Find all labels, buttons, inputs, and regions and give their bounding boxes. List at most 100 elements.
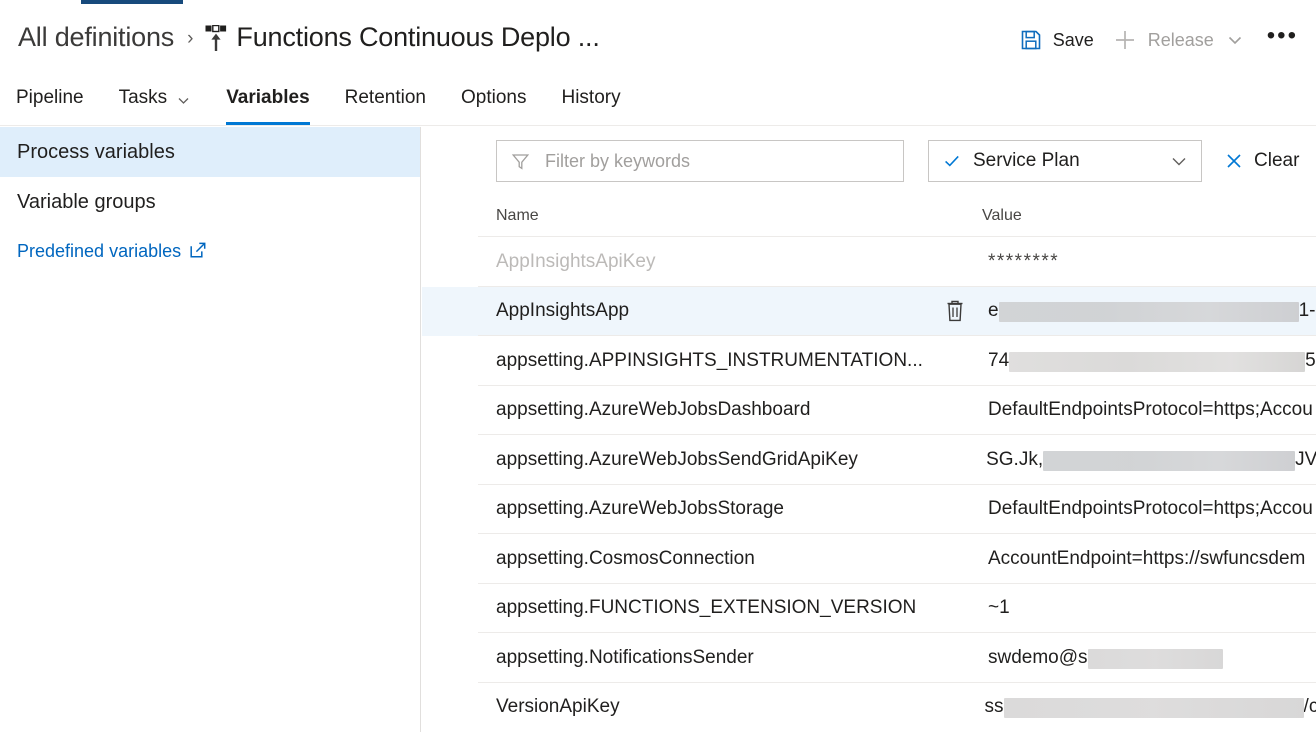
trash-icon[interactable] xyxy=(943,298,967,324)
variable-value-cell: swdemo@s xyxy=(988,647,1316,669)
table-row[interactable]: appsetting.NotificationsSender swdemo@s xyxy=(422,633,1316,683)
tab-tasks[interactable]: Tasks xyxy=(119,71,192,125)
external-link-icon xyxy=(190,242,206,258)
variable-value-text: ******** xyxy=(988,250,1060,272)
variable-value-text: DefaultEndpointsProtocol=https;Accou xyxy=(988,498,1313,520)
tab-history[interactable]: History xyxy=(561,71,620,125)
variable-name-cell: appsetting.NotificationsSender xyxy=(496,646,754,668)
variable-name-cell: VersionApiKey xyxy=(496,696,620,718)
plus-icon xyxy=(1112,27,1138,53)
search-input[interactable] xyxy=(543,149,893,173)
table-row[interactable]: appsetting.AzureWebJobsDashboard DefaultE… xyxy=(422,386,1316,435)
column-header-value: Value xyxy=(982,206,1022,224)
table-row[interactable]: appsetting.CosmosConnection AccountEndpoi… xyxy=(422,534,1316,584)
variable-value-cell: e 1- xyxy=(988,300,1316,323)
table-row[interactable]: AppInsightsApiKey ******** xyxy=(422,237,1316,287)
tab-pipeline-label: Pipeline xyxy=(16,87,84,108)
checkmark-icon xyxy=(943,152,961,170)
variable-value-text: DefaultEndpointsProtocol=https;Accou xyxy=(988,399,1313,421)
variable-value-cell: ss/c xyxy=(984,696,1316,719)
table-row[interactable]: VersionApiKey ss/c xyxy=(422,683,1316,732)
variable-value-suffix: /c xyxy=(1303,696,1316,718)
breadcrumb-all-definitions[interactable]: All definitions xyxy=(18,22,174,53)
variable-value-suffix: 1- xyxy=(1298,300,1316,322)
save-button[interactable]: Save xyxy=(1010,22,1103,58)
page-title: Functions Continuous Deplo ... xyxy=(236,21,600,52)
tab-retention-label: Retention xyxy=(344,87,426,108)
save-label: Save xyxy=(1052,29,1094,50)
table-row[interactable]: appsetting.APPINSIGHTS_INSTRUMENTATION..… xyxy=(422,336,1316,386)
variable-name-cell: appsetting.APPINSIGHTS_INSTRUMENTATION..… xyxy=(496,349,922,371)
variable-name-cell: appsetting.FUNCTIONS_EXTENSION_VERSION xyxy=(496,597,917,619)
release-pipeline-icon xyxy=(205,24,227,51)
redacted-value-mask xyxy=(1009,351,1306,372)
sidebar-item-label: Variable groups xyxy=(17,190,156,213)
save-floppy-icon xyxy=(1019,28,1043,52)
column-header-name: Name xyxy=(496,206,539,224)
tab-history-label: History xyxy=(561,87,621,108)
table-row[interactable]: appsetting.AzureWebJobsStorage DefaultEnd… xyxy=(422,485,1316,534)
variable-value-cell: SG.Jk, JV xyxy=(986,449,1316,471)
variable-value-text: 74 xyxy=(988,349,1010,371)
chevron-down-icon[interactable] xyxy=(176,93,191,108)
chevron-down-icon[interactable] xyxy=(1226,31,1244,49)
redacted-value-mask xyxy=(1087,648,1223,669)
variable-value-text: ss xyxy=(984,696,1004,718)
chevron-down-icon xyxy=(1169,151,1189,171)
variable-value-text: e xyxy=(988,300,999,322)
breadcrumb: All definitions › Functions Continuous D… xyxy=(18,14,600,60)
ellipsis-icon[interactable]: ••• xyxy=(1253,24,1308,48)
main-content: Service Plan Clear Name Valu xyxy=(422,127,1316,732)
table-header-row: Name Value xyxy=(478,195,1316,237)
clear-label: Clear xyxy=(1254,150,1300,171)
variable-name-cell: appsetting.CosmosConnection xyxy=(496,547,755,569)
tab-options-label: Options xyxy=(460,87,527,108)
variable-value-cell: DefaultEndpointsProtocol=https;Accou xyxy=(988,399,1316,421)
variable-value-suffix: JV xyxy=(1295,448,1316,470)
page-header: All definitions › Functions Continuous D… xyxy=(0,4,1316,70)
variable-value-cell: ******** xyxy=(988,251,1316,273)
scope-dropdown-label: Service Plan xyxy=(973,150,1080,171)
variable-name-cell: AppInsightsApp xyxy=(496,300,630,322)
tab-options[interactable]: Options xyxy=(461,71,526,125)
table-row[interactable]: AppInsightsApp e 1- xyxy=(422,286,1316,336)
filter-input-wrapper[interactable] xyxy=(496,140,904,182)
variable-value-cell: ~1 xyxy=(988,597,1316,619)
tab-strip: Pipeline Tasks Variables Retention Optio… xyxy=(0,72,1316,126)
sidebar-item-process-variables[interactable]: Process variables xyxy=(0,127,420,177)
sidebar: Process variables Variable groups Predef… xyxy=(0,127,421,732)
row-actions xyxy=(922,298,988,324)
variable-value-cell: DefaultEndpointsProtocol=https;Accou xyxy=(988,498,1316,520)
scope-dropdown[interactable]: Service Plan xyxy=(928,140,1202,182)
close-x-icon xyxy=(1224,151,1244,171)
tab-variables[interactable]: Variables xyxy=(226,71,311,125)
variable-name-cell: AppInsightsApiKey xyxy=(496,250,656,272)
variable-value-text: ~1 xyxy=(988,597,1010,619)
breadcrumb-separator: › xyxy=(187,27,194,49)
sidebar-item-variable-groups[interactable]: Variable groups xyxy=(0,177,420,227)
clear-filter-button[interactable]: Clear xyxy=(1224,140,1299,182)
header-toolbar: Save Release ••• xyxy=(1010,20,1308,60)
variable-name-cell: appsetting.AzureWebJobsStorage xyxy=(496,498,784,520)
release-label: Release xyxy=(1147,29,1214,50)
sidebar-item-label: Process variables xyxy=(17,140,175,163)
release-button[interactable]: Release xyxy=(1103,22,1253,58)
tab-pipeline[interactable]: Pipeline xyxy=(16,71,84,125)
variable-value-text: SG.Jk, xyxy=(986,448,1044,470)
variable-value-text: swdemo@s xyxy=(988,646,1088,668)
sidebar-link-predefined-variables[interactable]: Predefined variables xyxy=(0,227,420,275)
redacted-value-mask xyxy=(998,302,1299,323)
tab-retention[interactable]: Retention xyxy=(345,71,426,125)
variables-table: Name Value AppInsightsApiKey ******** AppI… xyxy=(422,195,1316,732)
tab-variables-label: Variables xyxy=(226,87,310,108)
table-row[interactable]: appsetting.AzureWebJobsSendGridApiKey SG.… xyxy=(422,435,1316,485)
variable-name-cell: appsetting.AzureWebJobsDashboard xyxy=(496,399,811,421)
filter-bar: Service Plan Clear xyxy=(496,140,1299,182)
variable-value-cell: AccountEndpoint=https://swfuncsdem xyxy=(988,548,1316,570)
variable-value-suffix: 5 xyxy=(1305,349,1316,371)
sidebar-link-label: Predefined variables xyxy=(17,240,182,261)
table-body: AppInsightsApiKey ******** AppInsightsApp e… xyxy=(422,237,1316,732)
table-row[interactable]: appsetting.FUNCTIONS_EXTENSION_VERSION ~1 xyxy=(422,584,1316,633)
variable-name-cell: appsetting.AzureWebJobsSendGridApiKey xyxy=(496,448,858,470)
app-root: All definitions › Functions Continuous D… xyxy=(0,0,1316,732)
